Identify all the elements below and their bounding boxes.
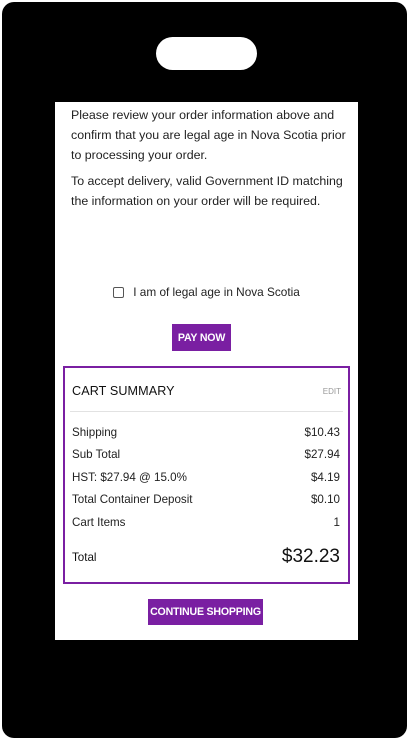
- cart-summary: CART SUMMARY EDIT Shipping $10.43 Sub To…: [63, 366, 350, 584]
- continue-shopping-button[interactable]: CONTINUE SHOPPING: [148, 599, 263, 625]
- cart-total-value: $32.23: [281, 546, 340, 567]
- cart-total-label: Total: [72, 550, 97, 564]
- cart-row-value: 1: [333, 515, 340, 529]
- phone-frame: Please review your order information abo…: [2, 2, 407, 738]
- cart-row-shipping: Shipping $10.43: [72, 421, 340, 444]
- cart-rows: Shipping $10.43 Sub Total $27.94 HST: $2…: [72, 421, 340, 534]
- checkout-screen: Please review your order information abo…: [55, 102, 358, 640]
- cart-summary-header: CART SUMMARY EDIT: [72, 381, 341, 401]
- cart-row-value: $4.19: [310, 470, 340, 484]
- cart-row-label: Total Container Deposit: [72, 493, 193, 507]
- cart-divider: [70, 411, 343, 412]
- cart-total-row: Total $32.23: [72, 545, 340, 569]
- notice-id-text: To accept delivery, valid Government ID …: [71, 174, 343, 208]
- legal-age-checkbox-row[interactable]: I am of legal age in Nova Scotia: [55, 282, 358, 302]
- legal-age-label: I am of legal age in Nova Scotia: [133, 285, 300, 299]
- cart-row-subtotal: Sub Total $27.94: [72, 444, 340, 467]
- cart-row-container-deposit: Total Container Deposit $0.10: [72, 489, 340, 512]
- cart-summary-title: CART SUMMARY: [72, 384, 175, 398]
- cart-row-label: Sub Total: [72, 448, 121, 462]
- cart-row-label: HST: $27.94 @ 15.0%: [72, 470, 187, 484]
- order-notice: Please review your order information abo…: [71, 105, 351, 217]
- cart-row-label: Shipping: [72, 425, 118, 439]
- cart-edit-link[interactable]: EDIT: [323, 387, 341, 396]
- cart-row-value: $27.94: [304, 448, 340, 462]
- cart-row-value: $0.10: [310, 493, 340, 507]
- cart-row-items: Cart Items 1: [72, 511, 340, 534]
- notice-review-text: Please review your order information abo…: [71, 108, 346, 162]
- pay-now-button[interactable]: PAY NOW: [172, 324, 231, 351]
- phone-notch: [156, 37, 257, 70]
- cart-row-hst: HST: $27.94 @ 15.0% $4.19: [72, 466, 340, 489]
- legal-age-checkbox[interactable]: [113, 286, 125, 298]
- cart-row-value: $10.43: [304, 425, 340, 439]
- cart-row-label: Cart Items: [72, 515, 126, 529]
